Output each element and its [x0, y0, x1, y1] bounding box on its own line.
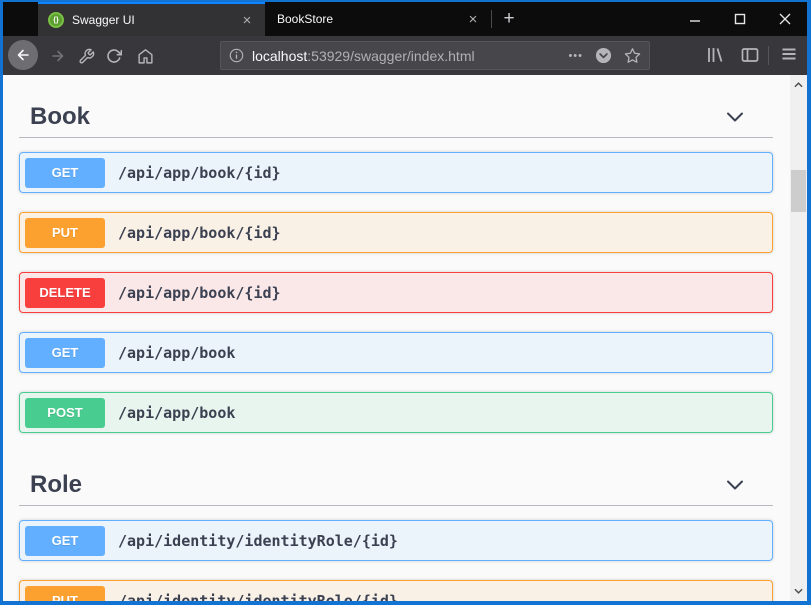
operation-path: /api/app/book/{id}	[118, 224, 281, 242]
swagger-favicon-icon: {}	[48, 12, 64, 28]
navigation-toolbar: localhost:53929/swagger/index.html •••	[3, 36, 807, 75]
operation-row[interactable]: DELETE /api/app/book/{id}	[19, 272, 773, 313]
forward-button[interactable]	[47, 45, 69, 67]
close-window-button[interactable]	[762, 2, 807, 36]
section-operations: GET /api/identity/identityRole/{id} PUT …	[19, 520, 773, 601]
close-tab-icon[interactable]: ×	[237, 10, 257, 30]
site-info-icon[interactable]	[229, 48, 244, 63]
menu-button[interactable]	[780, 45, 798, 63]
forward-arrow-icon	[50, 48, 66, 64]
vertical-scrollbar[interactable]	[790, 75, 807, 601]
maximize-button[interactable]	[717, 2, 762, 36]
tab-bookstore[interactable]: BookStore ×	[265, 2, 491, 36]
toolbar-separator	[768, 46, 769, 65]
new-tab-button[interactable]: +	[492, 2, 526, 36]
section-title: Book	[30, 103, 90, 131]
url-actions: •••	[568, 47, 641, 64]
method-badge: DELETE	[25, 278, 105, 308]
operation-row[interactable]: PUT /api/identity/identityRole/{id}	[19, 580, 773, 601]
api-section: Book GET /api/app/book/{id} PUT /api/app…	[19, 97, 773, 433]
operation-path: /api/app/book	[118, 344, 235, 362]
reload-button[interactable]	[103, 45, 125, 67]
operation-path: /api/app/book	[118, 404, 235, 422]
minimize-button[interactable]	[672, 2, 717, 36]
page-actions-icon[interactable]: •••	[568, 50, 583, 62]
api-sections: Book GET /api/app/book/{id} PUT /api/app…	[3, 97, 790, 601]
tab-bar-drag-space	[3, 2, 38, 36]
operation-path: /api/app/book/{id}	[118, 164, 281, 182]
chevron-down-icon[interactable]	[724, 474, 746, 496]
operation-path: /api/app/book/{id}	[118, 284, 281, 302]
section-divider	[19, 505, 773, 506]
back-arrow-icon	[15, 47, 31, 63]
operation-row[interactable]: GET /api/app/book	[19, 332, 773, 373]
close-tab-icon[interactable]: ×	[463, 9, 483, 29]
section-header[interactable]: Role	[19, 465, 773, 505]
scrollbar-thumb[interactable]	[791, 170, 806, 212]
home-button[interactable]	[134, 45, 156, 67]
operation-row[interactable]: POST /api/app/book	[19, 392, 773, 433]
home-icon	[137, 48, 154, 65]
method-badge: GET	[25, 526, 105, 556]
operation-row[interactable]: GET /api/app/book/{id}	[19, 152, 773, 193]
chevron-down-icon[interactable]	[724, 106, 746, 128]
bookmark-star-icon[interactable]	[624, 47, 641, 64]
operation-row[interactable]: PUT /api/app/book/{id}	[19, 212, 773, 253]
section-divider	[19, 137, 773, 138]
url-host: localhost	[252, 48, 307, 64]
url-bar[interactable]: localhost:53929/swagger/index.html •••	[220, 41, 650, 70]
url-text[interactable]: localhost:53929/swagger/index.html	[252, 48, 568, 64]
pocket-icon[interactable]	[595, 47, 612, 64]
reload-icon	[106, 48, 122, 64]
browser-window: {} Swagger UI × BookStore × +	[0, 0, 811, 605]
scroll-down-icon[interactable]	[790, 583, 807, 599]
tab-bar: {} Swagger UI × BookStore × +	[3, 2, 807, 36]
tab-title: BookStore	[277, 12, 463, 26]
method-badge: GET	[25, 338, 105, 368]
wrench-icon	[78, 48, 95, 65]
operation-row[interactable]: GET /api/identity/identityRole/{id}	[19, 520, 773, 561]
scroll-up-icon[interactable]	[790, 77, 807, 93]
operation-path: /api/identity/identityRole/{id}	[118, 592, 398, 602]
section-operations: GET /api/app/book/{id} PUT /api/app/book…	[19, 152, 773, 433]
operation-path: /api/identity/identityRole/{id}	[118, 532, 398, 550]
method-badge: POST	[25, 398, 105, 428]
api-section: Role GET /api/identity/identityRole/{id}…	[19, 465, 773, 601]
back-button[interactable]	[8, 40, 38, 70]
tab-title: Swagger UI	[72, 13, 237, 27]
library-button[interactable]	[705, 45, 725, 65]
page-content: Book GET /api/app/book/{id} PUT /api/app…	[3, 75, 807, 601]
sidebar-toggle-button[interactable]	[740, 45, 760, 65]
wrench-button[interactable]	[75, 45, 97, 67]
method-badge: GET	[25, 158, 105, 188]
url-path: :53929/swagger/index.html	[307, 48, 474, 64]
section-title: Role	[30, 471, 82, 499]
tab-swagger-ui[interactable]: {} Swagger UI ×	[38, 2, 265, 36]
method-badge: PUT	[25, 218, 105, 248]
method-badge: PUT	[25, 586, 105, 602]
tab-bar-spacer	[526, 2, 672, 36]
section-header[interactable]: Book	[19, 97, 773, 137]
